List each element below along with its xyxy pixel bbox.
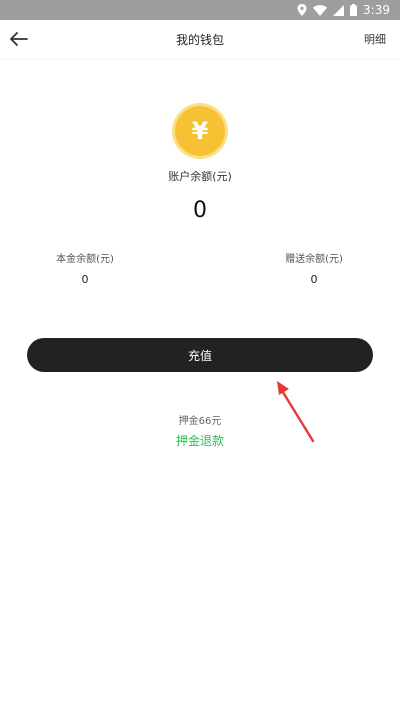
wifi-icon: [313, 4, 328, 16]
recharge-button[interactable]: 充值: [27, 338, 373, 372]
principal-balance: 本金余额(元) 0: [15, 250, 155, 286]
principal-balance-label: 本金余额(元): [56, 254, 114, 265]
balance-value: 0: [193, 198, 207, 223]
arrow-left-icon: [10, 32, 28, 46]
page-title: 我的钱包: [175, 32, 224, 47]
balance-label: 账户余额(元): [168, 170, 232, 183]
deposit-refund-link[interactable]: 押金退款: [0, 432, 400, 449]
yuan-coin-icon: ¥: [175, 106, 225, 156]
deposit-text: 押金66元: [178, 416, 222, 427]
app-header: 我的钱包 明细: [0, 20, 400, 58]
gift-balance-value: 0: [310, 273, 318, 286]
signal-icon: [333, 4, 345, 16]
status-bar: 3:39: [0, 0, 400, 20]
location-icon: [297, 4, 307, 16]
battery-icon: [350, 4, 358, 16]
principal-balance-value: 0: [81, 273, 89, 286]
gift-balance: 赠送余额(元) 0: [244, 250, 384, 286]
status-time: 3:39: [363, 3, 390, 17]
back-button[interactable]: [8, 28, 30, 50]
detail-link[interactable]: 明细: [364, 31, 386, 47]
gift-balance-label: 赠送余额(元): [285, 254, 343, 265]
